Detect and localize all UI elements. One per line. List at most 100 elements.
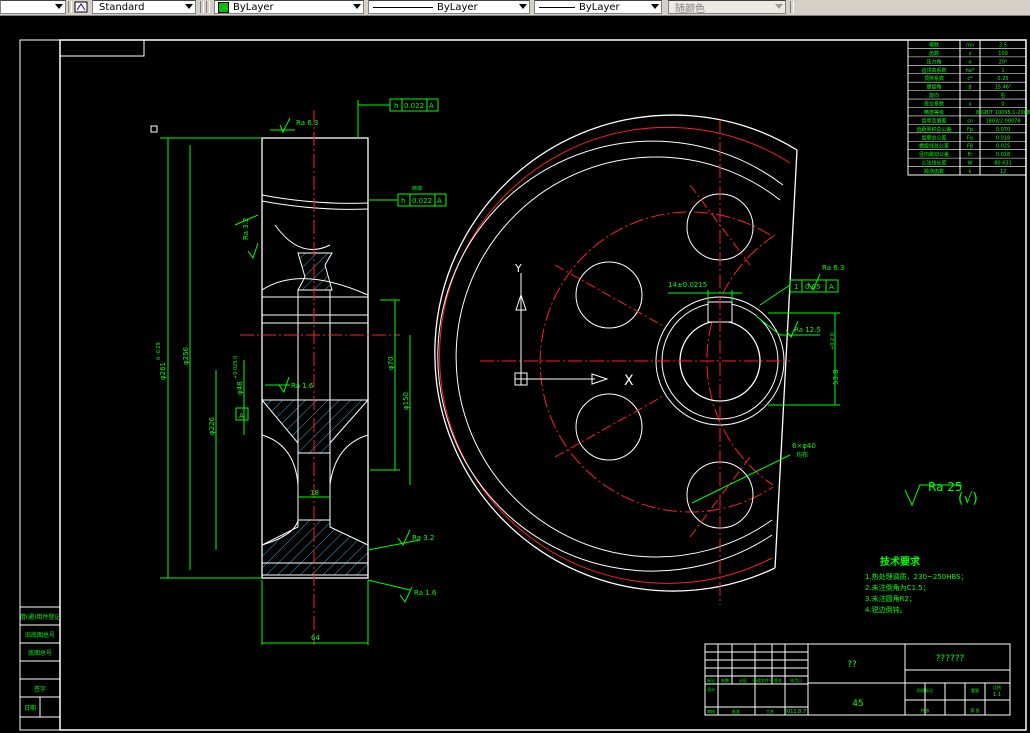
table-cell: Fp	[967, 127, 973, 133]
linetype-select[interactable]: ByLayer	[368, 0, 530, 14]
dimension-tol: 0 -0.29	[156, 342, 162, 360]
lineweight-select[interactable]: ByLayer	[534, 0, 662, 14]
table-cell: 螺旋线总公差	[919, 143, 949, 150]
table-cell: 变位系数	[924, 101, 944, 108]
table-cell: mn	[966, 42, 974, 48]
toolbar-separator	[200, 1, 204, 13]
date-value: 2011.8.7	[784, 709, 806, 715]
dimension-tol: +0.025 0	[233, 356, 239, 379]
table-cell: 0	[1001, 102, 1004, 108]
table-cell: Fα	[967, 135, 974, 141]
linetype-value: ByLayer	[437, 1, 478, 13]
table-cell: 顶隙系数	[924, 75, 944, 82]
table-cell: Fr	[968, 152, 974, 158]
part-name: ??	[847, 660, 857, 670]
partial-combo[interactable]	[0, 0, 66, 14]
axis-y-label: Y	[514, 262, 522, 275]
fcf-tolerance: 0.05	[805, 283, 821, 291]
scale-value: 1:1	[993, 692, 1001, 698]
drawing-canvas[interactable]: 借(通)用件登记 旧底图总号 底图总号 签字 日期 Ra 6.3 h 0.022…	[0, 15, 1030, 733]
table-cell: 0.025	[996, 144, 1010, 150]
gear-parameter-rows: 模数 mn 2.5 齿数 z 100 压力角 α 20° 齿顶高系数 ha* 1 顶隙系数 c* 0.25 螺…	[908, 41, 1030, 175]
text-style-select[interactable]: Standard	[92, 0, 196, 14]
tech-req-item: 1.热处理调质，230~250HBS；	[865, 572, 968, 581]
toolbar-separator	[790, 1, 794, 13]
fcf-tolerance: 0.022	[404, 102, 424, 110]
table-cell: 8-GB/T 10095.1-2008	[976, 110, 1030, 116]
table-cell: 齿数	[929, 50, 939, 57]
tb-label: 分区	[739, 677, 747, 683]
tech-req-title: 技术要求	[880, 555, 921, 568]
side-label: 签字	[34, 685, 46, 693]
table-cell: 跨测齿数	[924, 168, 944, 175]
side-label: 日期	[24, 704, 36, 712]
dimension-text: 18	[310, 489, 319, 497]
table-cell: sn	[967, 118, 973, 124]
text-style-icon[interactable]	[74, 0, 90, 14]
front-view-texts: 14±0.0215 Ra 6.3 Ra 12.5 1 0.05 A 53.8 +…	[668, 264, 978, 507]
fcf-tolerance: 0.022	[412, 197, 432, 205]
tech-req-item: 2.未注倒角为C1.5；	[865, 583, 930, 592]
tb-label: 共 张	[920, 707, 929, 713]
dimension-text: φ70	[387, 356, 395, 370]
text-style-value: Standard	[99, 1, 145, 13]
roughness-label: Ra 1.6	[291, 382, 314, 390]
gear-section-view[interactable]	[240, 110, 400, 645]
tb-label: 比例	[993, 684, 1001, 690]
tb-label: 第 张	[970, 707, 979, 713]
table-cell: 0.070	[996, 127, 1010, 133]
lineweight-sample	[539, 6, 575, 8]
table-cell: α	[968, 59, 972, 65]
holes-note: 均布	[796, 451, 808, 459]
chevron-down-icon	[775, 4, 783, 9]
roughness-label: Ra 6.3	[822, 264, 844, 272]
table-cell: 0.25	[997, 76, 1008, 82]
table-cell: 0.018	[996, 135, 1010, 141]
table-cell: 15.46°	[995, 85, 1012, 91]
table-cell: 100	[998, 51, 1008, 57]
table-cell: ha*	[966, 68, 975, 74]
table-cell: 压力角	[926, 58, 941, 65]
roughness-label: Ra 12.5	[794, 326, 821, 334]
side-stamp-table	[19, 606, 61, 718]
tb-label: 阶段标记	[917, 687, 933, 693]
side-label: 旧底图总号	[25, 631, 55, 639]
table-cell: 旋向	[929, 92, 939, 99]
fcf-datum: A	[429, 102, 434, 110]
chevron-down-icon	[185, 4, 193, 9]
roughness-label: Ra 1.6	[414, 589, 437, 597]
side-view-fcf	[235, 98, 447, 421]
table-cell: z	[969, 51, 972, 57]
table-cell: β	[968, 85, 971, 91]
table-cell: 齿距累积总公差	[916, 126, 951, 133]
dimension-text: 64	[311, 634, 320, 642]
side-label: 借(通)用件登记	[20, 613, 61, 621]
table-cell: Fβ	[967, 144, 973, 150]
table-cell: c*	[967, 76, 973, 82]
tb-label: 批准	[732, 708, 740, 714]
holes-dim: 6×φ40	[792, 442, 816, 450]
table-cell: 齿顶高系数	[921, 67, 946, 74]
chevron-down-icon	[651, 4, 659, 9]
roughness-label: Ra 6.3	[296, 119, 318, 127]
table-cell: 1	[1001, 68, 1004, 74]
fcf-symbol: h	[401, 197, 405, 205]
fcf-datum: A	[437, 197, 442, 205]
table-cell: 齿厚及偏差	[921, 117, 946, 124]
dimension-tol: +0.2 0	[830, 333, 836, 350]
fcf-datum: A	[829, 283, 834, 291]
fcf-symbol: h	[394, 102, 398, 110]
chevron-down-icon	[55, 4, 63, 9]
layer-select[interactable]: ByLayer	[214, 0, 364, 14]
tb-label: 年月日	[790, 677, 802, 683]
dimension-text: φ261	[159, 362, 167, 380]
ucs-labels: X Y	[514, 262, 634, 389]
table-cell: 2.5	[999, 42, 1007, 48]
gear-front-view[interactable]	[434, 114, 798, 605]
table-cell: 80.631	[994, 161, 1012, 167]
ucs-grip	[150, 125, 158, 133]
table-cell: 模数	[929, 41, 939, 48]
roughness-label: Ra 3.2	[412, 534, 434, 542]
datum-label: A	[239, 412, 244, 420]
layer-value: ByLayer	[233, 1, 274, 13]
